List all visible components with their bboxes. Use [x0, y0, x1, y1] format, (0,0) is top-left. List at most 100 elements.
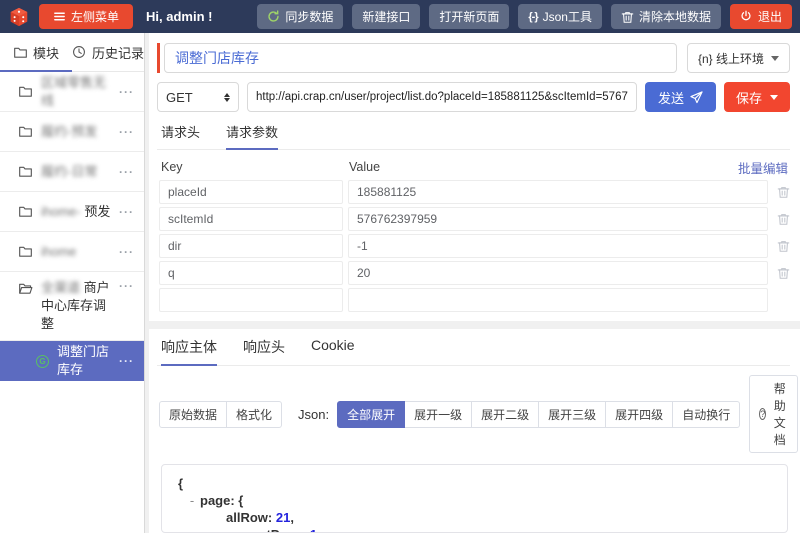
param-row	[157, 288, 790, 312]
param-key-input[interactable]	[159, 234, 343, 258]
sidebar-tab-label: 模块	[32, 45, 59, 61]
json-punct: ,	[317, 527, 321, 532]
view-button-格式化[interactable]: 格式化	[226, 400, 283, 428]
param-key-input[interactable]	[159, 261, 343, 285]
tab-Cookie[interactable]: Cookie	[311, 337, 355, 365]
sidebar-folder-item[interactable]: ihome ···	[0, 232, 144, 272]
delete-row-icon[interactable]	[768, 266, 790, 280]
expand-button-全部展开[interactable]: 全部展开	[337, 400, 406, 428]
title-row: {n} 线上环境	[157, 43, 790, 73]
expand-button-自动换行[interactable]: 自动换行	[672, 400, 741, 428]
paper-plane-icon	[690, 90, 703, 104]
redacted-text: ihome	[41, 243, 77, 259]
view-button-原始数据[interactable]: 原始数据	[159, 400, 228, 428]
tab-响应主体[interactable]: 响应主体	[161, 337, 217, 366]
left-menu-label: 左侧菜单	[71, 10, 120, 24]
environment-selector[interactable]: {n} 线上环境	[686, 43, 790, 73]
item-more-icon[interactable]: ···	[119, 125, 134, 139]
param-value-input[interactable]	[348, 180, 768, 204]
app-logo-dice-icon[interactable]	[8, 6, 30, 28]
item-more-icon[interactable]: ···	[119, 245, 134, 259]
folder-item-label: 全渠道 商户中心库存调整	[41, 279, 111, 333]
json-colon: :	[302, 527, 310, 532]
sync-data-button[interactable]: 同步数据	[257, 4, 344, 29]
json-line: currentPage: 1,	[162, 526, 787, 532]
folder-item-label: 履约-预发	[41, 123, 111, 141]
response-panel: 响应主体 响应头 Cookie 原始数据 格式化 Json: 全部展开 展开一级 展开二级…	[149, 329, 800, 533]
folder-icon	[18, 244, 33, 259]
new-api-button-label: 新建接口	[362, 10, 411, 24]
folder-icon	[18, 84, 33, 99]
json-line: allRow: 21,	[162, 509, 787, 526]
item-more-icon[interactable]: ···	[119, 205, 134, 219]
param-value-input[interactable]	[348, 288, 768, 312]
topbar: 左侧菜单 Hi, admin ! 同步数据 新建接口 打开新页面 {-} Json工具 清…	[0, 0, 800, 33]
clock-icon	[72, 45, 86, 59]
expand-button-展开三级[interactable]: 展开三级	[538, 400, 607, 428]
delete-row-icon[interactable]	[768, 212, 790, 226]
json-tool-button[interactable]: {-} Json工具	[518, 4, 602, 29]
api-title-input[interactable]	[164, 43, 677, 73]
question-circle-icon: ?	[759, 408, 767, 420]
response-toolbar: 原始数据 格式化 Json: 全部展开 展开一级 展开二级 展开三级 展开四级 自动换行 ?…	[157, 375, 799, 453]
tab-请求头[interactable]: 请求头	[161, 122, 200, 149]
sidebar-folder-item[interactable]: 区域零售无线 ···	[0, 72, 144, 112]
sidebar-folder-item[interactable]: 全渠道 商户中心库存调整 ···	[0, 272, 144, 341]
left-menu-button[interactable]: 左侧菜单	[39, 4, 134, 29]
param-rows	[157, 180, 790, 312]
folder-icon	[13, 45, 27, 59]
collapse-toggle[interactable]: -	[184, 492, 200, 509]
help-docs-label: 帮助文档	[773, 382, 786, 447]
sidebar-folder-item[interactable]: 履约-日常 ···	[0, 152, 144, 192]
greeting-text: Hi, admin !	[146, 9, 213, 24]
param-value-input[interactable]	[348, 261, 768, 285]
api-item-label: 调整门店库存	[57, 344, 110, 377]
logout-button[interactable]: 退出	[729, 4, 792, 29]
param-key-input[interactable]	[159, 180, 343, 204]
open-page-button[interactable]: 打开新页面	[429, 4, 510, 29]
clear-local-button[interactable]: 清除本地数据	[610, 4, 721, 29]
item-more-icon[interactable]: ···	[119, 279, 134, 293]
expand-button-展开一级[interactable]: 展开一级	[404, 400, 473, 428]
param-value-input[interactable]	[348, 234, 768, 258]
send-button[interactable]: 发送	[644, 82, 716, 112]
json-viewer: {-page: {allRow: 21,currentPage: 1,size:…	[161, 464, 788, 533]
sidebar: 模块 历史记录 区域零售无线 ··· 履约-预发 ··· 履约-日常 ··· ihome- 预…	[0, 33, 145, 533]
item-more-icon[interactable]: ···	[119, 85, 134, 99]
item-more-icon[interactable]: ···	[119, 165, 134, 179]
param-key-input[interactable]	[159, 288, 343, 312]
param-value-input[interactable]	[348, 207, 768, 231]
save-button[interactable]: 保存	[723, 82, 790, 112]
sidebar-tab-modules[interactable]: 模块	[0, 33, 72, 72]
response-tabs: 响应主体 响应头 Cookie	[157, 337, 790, 366]
delete-row-icon[interactable]	[768, 185, 790, 199]
expand-button-展开四级[interactable]: 展开四级	[605, 400, 674, 428]
json-key: currentPage	[226, 527, 302, 532]
batch-edit-link[interactable]: 批量编辑	[738, 158, 788, 177]
module-tree: 区域零售无线 ··· 履约-预发 ··· 履约-日常 ··· ihome- 预发 ··· iho…	[0, 72, 144, 533]
main-content: {n} 线上环境 GET 发送 保存	[145, 33, 800, 533]
redacted-text: 区域零售无线	[41, 74, 107, 108]
folder-item-label: ihome- 预发	[41, 203, 111, 221]
key-column-header: Key	[161, 160, 183, 174]
folder-item-text: 预发	[80, 203, 111, 219]
item-more-icon[interactable]: ···	[119, 354, 134, 368]
param-key-input[interactable]	[159, 207, 343, 231]
tab-响应头[interactable]: 响应头	[243, 337, 285, 365]
sidebar-folder-item[interactable]: ihome- 预发 ···	[0, 192, 144, 232]
expand-button-展开二级[interactable]: 展开二级	[471, 400, 540, 428]
help-docs-button[interactable]: ? 帮助文档	[749, 375, 799, 453]
tab-请求参数[interactable]: 请求参数	[226, 122, 279, 150]
sidebar-folder-item[interactable]: 履约-预发 ···	[0, 112, 144, 152]
new-api-button[interactable]: 新建接口	[352, 4, 421, 29]
http-method-select[interactable]: GET	[157, 82, 239, 112]
param-table-header: Key Value 批量编辑	[157, 154, 790, 180]
json-line: - page: {	[162, 492, 787, 509]
request-url-input[interactable]	[247, 82, 637, 112]
folder-item-label: 区域零售无线	[41, 74, 111, 110]
sidebar-tab-label: 历史记录	[92, 45, 145, 61]
trash-icon	[621, 10, 634, 23]
sidebar-api-item[interactable]: G 调整门店库存 ···	[0, 341, 144, 381]
delete-row-icon[interactable]	[768, 239, 790, 253]
sidebar-tab-history[interactable]: 历史记录	[72, 33, 144, 71]
